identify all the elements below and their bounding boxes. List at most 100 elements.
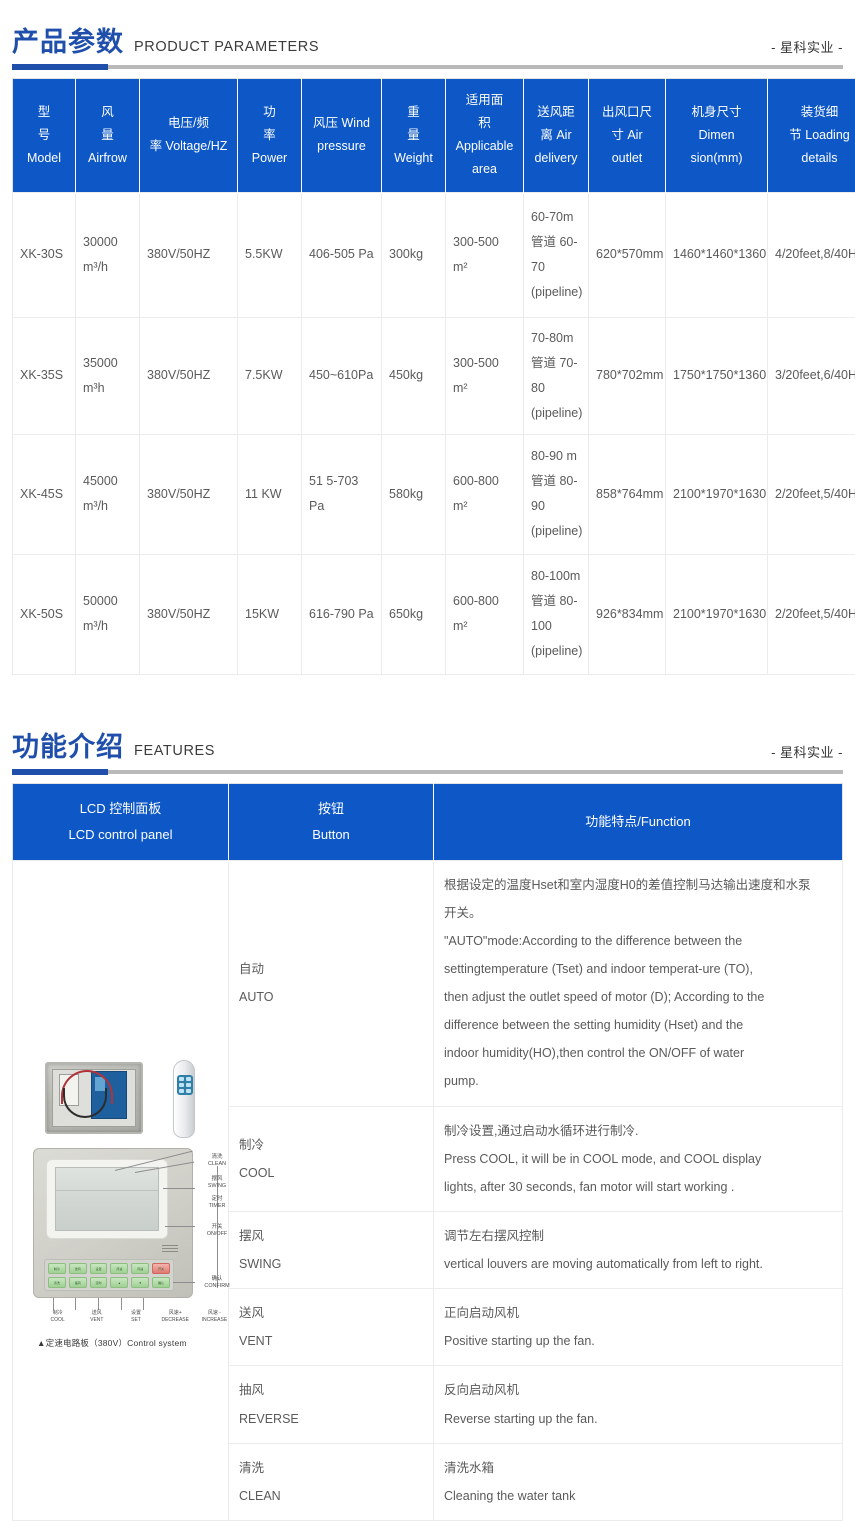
cell-power: 15KW bbox=[238, 554, 302, 674]
cell-loading: 2/20feet,5/40HQ bbox=[768, 434, 855, 554]
callout-onoff-cn: 开关 bbox=[197, 1224, 237, 1231]
col-header-weight: 重量 Weight bbox=[382, 79, 446, 193]
button-label-en: SWING bbox=[239, 1250, 423, 1278]
function-cell-auto: 根据设定的温度Hset和室内湿度H0的差值控制马达输出速度和水泵 开关。 "AU… bbox=[434, 860, 843, 1106]
cell-dimension: 1750*1750*1360 bbox=[666, 317, 768, 434]
cell-air-delivery: 60-70m 管道 60-70 (pipeline) bbox=[524, 192, 589, 317]
cell-weight: 650kg bbox=[382, 554, 446, 674]
key-down-arrow[interactable]: ▼ bbox=[131, 1277, 149, 1288]
function-line: settingtemperature (Tset) and indoor tem… bbox=[444, 955, 832, 983]
button-cell-swing: 摆风 SWING bbox=[229, 1211, 434, 1288]
button-cell-auto: 自动 AUTO bbox=[229, 860, 434, 1106]
button-label-en: VENT bbox=[239, 1327, 423, 1355]
cell-wind-pressure: 450~610Pa bbox=[302, 317, 382, 434]
key-cool[interactable]: 制冷 bbox=[48, 1263, 66, 1274]
cell-airflow: 35000 m³h bbox=[76, 317, 140, 434]
cell-applicable-area: 600-800 m² bbox=[446, 554, 524, 674]
table-row: XK-50S 50000 m³/h 380V/50HZ 15KW 616-790… bbox=[13, 554, 855, 674]
cell-applicable-area: 300-500 m² bbox=[446, 317, 524, 434]
function-cell-vent: 正向启动风机 Positive starting up the fan. bbox=[434, 1289, 843, 1366]
cell-model: XK-50S bbox=[13, 554, 76, 674]
feature-table-header-row: LCD 控制面板 LCD control panel 按钮 Button 功能特… bbox=[13, 783, 843, 860]
cell-air-outlet: 858*764mm bbox=[589, 434, 666, 554]
caption-vent-cn: 送风 bbox=[92, 1310, 102, 1316]
button-cell-cool: 制冷 COOL bbox=[229, 1106, 434, 1211]
cell-weight: 580kg bbox=[382, 434, 446, 554]
caption-increase-en: INCREASE bbox=[202, 1317, 228, 1323]
cell-loading: 3/20feet,6/40HQ bbox=[768, 317, 855, 434]
cell-power: 7.5KW bbox=[238, 317, 302, 434]
table-row: XK-30S 30000 m³/h 380V/50HZ 5.5KW 406-50… bbox=[13, 192, 855, 317]
col-header-lcd-panel-en: LCD control panel bbox=[68, 827, 172, 842]
function-line: vertical louvers are moving automaticall… bbox=[444, 1250, 832, 1278]
function-line: 正向启动风机 bbox=[444, 1299, 832, 1327]
key-speed-up[interactable]: 风速 bbox=[131, 1263, 149, 1274]
cell-weight: 300kg bbox=[382, 192, 446, 317]
cell-loading: 4/20feet,8/40HQ bbox=[768, 192, 855, 317]
function-cell-cool: 制冷设置,通过启动水循环进行制冷. Press COOL, it will be… bbox=[434, 1106, 843, 1211]
cell-dimension: 1460*1460*1360 bbox=[666, 192, 768, 317]
specification-table: 型号 Model 风量 Airfrow 电压/频率 Voltage/HZ 功率 … bbox=[12, 78, 855, 675]
caption-decrease-cn: 风速+ bbox=[169, 1310, 182, 1316]
callout-confirm-cn: 确认 bbox=[197, 1276, 237, 1283]
function-line: Press COOL, it will be in COOL mode, and… bbox=[444, 1145, 832, 1173]
function-line: 清洗水箱 bbox=[444, 1454, 832, 1482]
col-header-button: 按钮 Button bbox=[229, 783, 434, 860]
col-header-button-en: Button bbox=[312, 827, 350, 842]
section-title-en: PRODUCT PARAMETERS bbox=[134, 40, 319, 57]
control-box-image bbox=[45, 1062, 143, 1134]
function-line: difference between the setting humidity … bbox=[444, 1011, 832, 1039]
col-header-loading: 装货细节 Loadingdetails bbox=[768, 79, 855, 193]
control-system-diagram: 制冷 送风 设置 风速 风速 开关 清洗 bbox=[23, 910, 239, 1470]
function-line: Cleaning the water tank bbox=[444, 1482, 832, 1510]
cell-model: XK-45S bbox=[13, 434, 76, 554]
key-confirm[interactable]: 确认 bbox=[152, 1277, 170, 1288]
cell-dimension: 2100*1970*1630 bbox=[666, 554, 768, 674]
feature-table-wrapper: LCD 控制面板 LCD control panel 按钮 Button 功能特… bbox=[12, 783, 843, 1521]
function-cell-swing: 调节左右摆风控制 vertical louvers are moving aut… bbox=[434, 1211, 843, 1288]
button-label-en: REVERSE bbox=[239, 1405, 423, 1433]
cell-airflow: 45000 m³/h bbox=[76, 434, 140, 554]
key-up-arrow[interactable]: ▲ bbox=[110, 1277, 128, 1288]
col-header-wind-pressure: 风压 Windpressure bbox=[302, 79, 382, 193]
spec-table-header-row: 型号 Model 风量 Airfrow 电压/频率 Voltage/HZ 功率 … bbox=[13, 79, 855, 193]
table-row: XK-35S 35000 m³h 380V/50HZ 7.5KW 450~610… bbox=[13, 317, 855, 434]
callout-timer-cn: 定时 bbox=[197, 1196, 237, 1203]
table-row: 制冷 送风 设置 风速 风速 开关 清洗 bbox=[13, 860, 843, 1106]
key-clean[interactable]: 清洗 bbox=[48, 1277, 66, 1288]
cell-power: 11 KW bbox=[238, 434, 302, 554]
brand-label: - 星科实业 - bbox=[771, 41, 843, 56]
key-onoff[interactable]: 开关 bbox=[152, 1263, 170, 1274]
key-vent[interactable]: 送风 bbox=[69, 1263, 87, 1274]
lcd-screen bbox=[55, 1167, 159, 1231]
button-label-cn: 清洗 bbox=[239, 1454, 423, 1482]
features-table: LCD 控制面板 LCD control panel 按钮 Button 功能特… bbox=[12, 783, 843, 1521]
function-line: 调节左右摆风控制 bbox=[444, 1222, 832, 1250]
key-swing[interactable]: 摆风 bbox=[69, 1277, 87, 1288]
function-cell-clean: 清洗水箱 Cleaning the water tank bbox=[434, 1443, 843, 1520]
cell-power: 5.5KW bbox=[238, 192, 302, 317]
cell-wind-pressure: 406-505 Pa bbox=[302, 192, 382, 317]
col-header-lcd-panel-cn: LCD 控制面板 bbox=[80, 801, 162, 816]
col-header-applicable-area: 适用面积 Applicablearea bbox=[446, 79, 524, 193]
cell-loading: 2/20feet,5/40HQ bbox=[768, 554, 855, 674]
section-title-en: FEATURES bbox=[134, 744, 215, 761]
callout-timer-en: TIMER bbox=[197, 1203, 237, 1210]
caption-increase-cn: 风速 - bbox=[208, 1310, 221, 1316]
callout-confirm-en: CONFIRM bbox=[197, 1283, 237, 1290]
button-label-cn: 自动 bbox=[239, 955, 423, 983]
key-timer[interactable]: 定时 bbox=[90, 1277, 108, 1288]
section-divider bbox=[12, 770, 843, 774]
button-cell-clean: 清洗 CLEAN bbox=[229, 1443, 434, 1520]
col-header-voltage: 电压/频率 Voltage/HZ bbox=[140, 79, 238, 193]
function-line: then adjust the outlet speed of motor (D… bbox=[444, 983, 832, 1011]
cell-applicable-area: 600-800 m² bbox=[446, 434, 524, 554]
col-header-airflow: 风量 Airfrow bbox=[76, 79, 140, 193]
caption-set-cn: 设置 bbox=[131, 1310, 141, 1316]
bottom-captions: 制冷 COOL 送风 VENT 设置 SET bbox=[41, 1310, 231, 1323]
button-label-en: CLEAN bbox=[239, 1482, 423, 1510]
caption-vent-en: VENT bbox=[90, 1317, 103, 1323]
key-set[interactable]: 设置 bbox=[90, 1263, 108, 1274]
key-speed-down[interactable]: 风速 bbox=[110, 1263, 128, 1274]
button-label-cn: 送风 bbox=[239, 1299, 423, 1327]
